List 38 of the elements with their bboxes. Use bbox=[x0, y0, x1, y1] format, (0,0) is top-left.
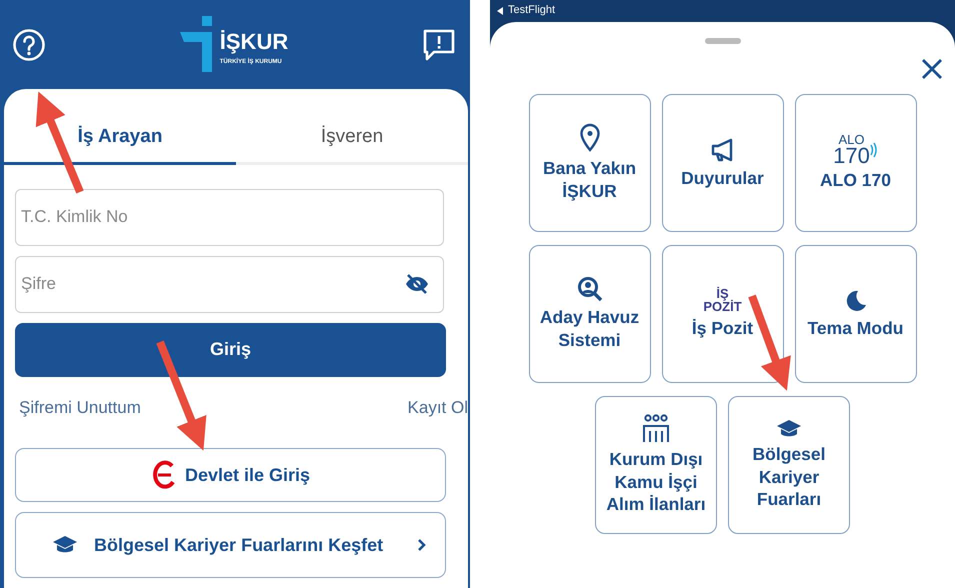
menu-tile[interactable]: Tema Modu bbox=[794, 245, 916, 383]
eye-slash-icon[interactable] bbox=[404, 272, 430, 294]
tab[interactable]: İş Arayan bbox=[4, 117, 236, 164]
register-link[interactable]: Kayıt Ol bbox=[408, 394, 468, 420]
menu-tile[interactable]: Duyurular bbox=[662, 94, 784, 232]
pin-icon bbox=[578, 123, 600, 154]
close-icon[interactable] bbox=[921, 58, 943, 80]
magnifier-people-icon bbox=[576, 276, 602, 302]
logo-text: POZİT bbox=[703, 300, 742, 313]
password-field[interactable]: Şifre bbox=[15, 256, 444, 312]
graduation-cap-icon bbox=[776, 418, 802, 439]
logo-text: 170 bbox=[833, 146, 870, 166]
edevlet-logo-icon bbox=[150, 460, 177, 490]
tab[interactable]: İşveren bbox=[236, 117, 468, 164]
help-icon[interactable] bbox=[12, 28, 46, 62]
sound-waves-icon bbox=[870, 140, 878, 159]
forgot-password-link[interactable]: Şifremi Unuttum bbox=[19, 394, 141, 420]
feedback-icon[interactable] bbox=[422, 28, 456, 62]
logo-title: İŞKUR bbox=[220, 30, 288, 52]
menu-tile[interactable]: Aday Havuz Sistemi bbox=[528, 245, 650, 383]
logo-text: İŞ bbox=[716, 288, 729, 301]
id-number-field[interactable]: T.C. Kimlik No bbox=[15, 188, 444, 246]
back-label[interactable]: TestFlight bbox=[508, 4, 556, 18]
menu-tile[interactable]: Kurum Dışı Kamu İşçi Alım İlanları bbox=[595, 396, 717, 534]
logo-text: ALO bbox=[837, 134, 866, 146]
drag-handle[interactable] bbox=[704, 38, 740, 44]
chevron-right-icon bbox=[417, 538, 427, 552]
menu-tile[interactable]: İŞ POZİT İş Pozit bbox=[662, 245, 784, 383]
explore-fairs-button[interactable]: Bölgesel Kariyer Fuarlarını Keşfet bbox=[15, 512, 446, 578]
menu-tile[interactable]: Bana Yakın İŞKUR bbox=[528, 94, 650, 232]
people-icon bbox=[641, 414, 671, 444]
graduation-cap-icon bbox=[52, 535, 78, 555]
edevlet-login-button[interactable]: Devlet ile Giriş bbox=[15, 448, 446, 502]
menu-tile[interactable]: ALO 170 ALO 170 bbox=[794, 94, 916, 232]
login-button[interactable]: Giriş bbox=[15, 322, 446, 376]
back-icon bbox=[496, 7, 504, 15]
menu-tile[interactable]: Bölgesel Kariyer Fuarları bbox=[728, 396, 850, 534]
logo-icon bbox=[180, 16, 212, 74]
